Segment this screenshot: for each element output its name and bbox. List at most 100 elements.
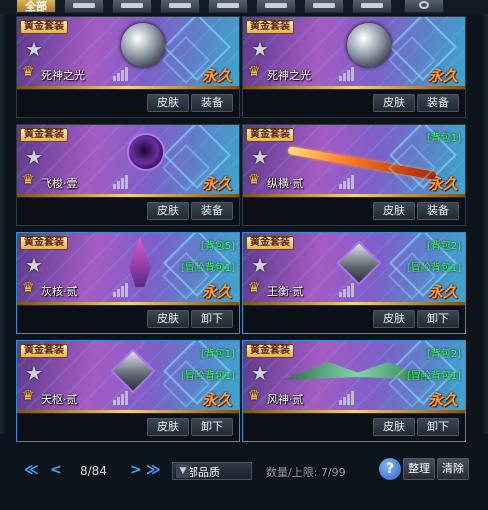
favorite-star-icon[interactable]: ★ [25,363,43,383]
bag-slot-label: [背包2] [426,349,461,360]
right-edge [482,14,488,434]
tab-camera[interactable] [208,0,248,13]
gear-icon [419,1,429,9]
item-actions: 皮肤 卸下 [243,413,465,441]
category-tabbar: 全部 [0,0,488,14]
item-card[interactable]: 黄金套装 ★ ♛ 灰核·贰 永久 [背包5] [冒险背包1] 皮肤 卸下 [16,232,240,334]
duration-label: 永久 [427,283,458,301]
skin-button[interactable]: 皮肤 [147,310,189,328]
item-actions: 皮肤 装备 [243,89,465,117]
tab-rifle[interactable] [64,0,104,13]
item-name: 纵横·贰 [267,177,304,190]
first-page-button[interactable]: ≪ [24,462,39,478]
favorite-star-icon[interactable]: ★ [251,39,269,59]
favorite-star-icon[interactable]: ★ [25,255,43,275]
favorite-star-icon[interactable]: ★ [251,147,269,167]
signal-bars-icon [339,391,355,405]
item-art: 黄金套装 ★ ♛ 灰核·贰 永久 [背包5] [冒险背包1] [17,233,239,305]
item-actions: 皮肤 装备 [243,197,465,225]
quality-select[interactable]: 全部品质 ▼ [172,462,252,480]
signal-bars-icon [339,67,355,81]
unequip-button[interactable]: 卸下 [191,418,233,436]
duration-label: 永久 [427,175,458,193]
last-page-button[interactable]: ≫ [146,462,161,478]
item-name: 死神之光 [267,69,311,82]
rank-emblem-icon: ♛ [21,388,35,404]
skin-button[interactable]: 皮肤 [373,310,415,328]
equip-button[interactable]: 装备 [191,94,233,112]
gold-set-badge: 黄金套装 [20,128,68,142]
item-card[interactable]: 黄金套装 ★ ♛ 死神之光 永久 皮肤 装备 [16,16,240,118]
sniper-icon [169,3,191,8]
item-image [127,133,165,171]
skin-button[interactable]: 皮肤 [373,418,415,436]
unequip-button[interactable]: 卸下 [417,310,459,328]
item-card[interactable]: 黄金套装 ★ ♛ 风神·贰 永久 [背包2] [冒险背包1] 皮肤 卸下 [242,340,466,442]
skin-button[interactable]: 皮肤 [147,418,189,436]
tab-sniper[interactable] [160,0,200,13]
tab-melee[interactable] [352,0,392,13]
equip-button[interactable]: 装备 [191,202,233,220]
item-image [287,146,437,180]
tab-pistol[interactable] [112,0,152,13]
item-art: 黄金套装 ★ ♛ 王衡·贰 永久 [背包2] [冒险背包1] [243,233,465,305]
gold-set-badge: 黄金套装 [246,20,294,34]
unequip-button[interactable]: 卸下 [191,310,233,328]
favorite-star-icon[interactable]: ★ [251,363,269,383]
clear-button[interactable]: 清除 [437,458,469,480]
item-name: 王衡·贰 [267,285,304,298]
help-button[interactable]: ? [379,458,401,480]
gold-set-badge: 黄金套装 [246,128,294,142]
skin-button[interactable]: 皮肤 [147,202,189,220]
skin-button[interactable]: 皮肤 [373,202,415,220]
signal-bars-icon [113,283,129,297]
signal-bars-icon [113,67,129,81]
gold-set-badge: 黄金套装 [20,344,68,358]
item-card[interactable]: 黄金套装 ★ ♛ 死神之光 永久 皮肤 装备 [242,16,466,118]
item-card[interactable]: 黄金套装 ★ ♛ 天枢·贰 永久 [背包1] [冒险背包1] 皮肤 卸下 [16,340,240,442]
prev-page-button[interactable]: < [50,462,62,478]
footer-bar: ≪ < 8/84 > ≫ 全部品质 ▼ 数量/上限: 7/99 ? 整理 清除 [0,446,488,510]
heavy-weapon-icon [313,3,335,8]
camera-icon [217,3,239,8]
bag-slot-label: [背包2] [426,241,461,252]
item-card[interactable]: 黄金套装 ★ ♛ 飞梭·壹 永久 皮肤 装备 [16,124,240,226]
skin-button[interactable]: 皮肤 [373,94,415,112]
pistol-icon [121,3,143,8]
duration-label: 永久 [201,67,232,85]
item-actions: 皮肤 装备 [17,197,239,225]
favorite-star-icon[interactable]: ★ [251,255,269,275]
signal-bars-icon [113,391,129,405]
left-edge [0,14,6,434]
rank-emblem-icon: ♛ [247,280,261,296]
duration-label: 永久 [427,391,458,409]
gold-set-badge: 黄金套装 [20,236,68,250]
unequip-button[interactable]: 卸下 [417,418,459,436]
rank-emblem-icon: ♛ [247,388,261,404]
item-image [110,348,156,394]
rifle-icon [73,3,95,8]
tab-weapon[interactable] [256,0,296,13]
item-card[interactable]: 黄金套装 ★ ♛ 纵横·贰 永久 [背包1] 皮肤 装备 [242,124,466,226]
next-page-button[interactable]: > [130,462,142,478]
item-art: 黄金套装 ★ ♛ 死神之光 永久 [17,17,239,89]
chevron-down-icon[interactable]: ▼ [176,464,190,478]
sort-button[interactable]: 整理 [403,458,435,480]
equip-button[interactable]: 装备 [417,94,459,112]
skin-button[interactable]: 皮肤 [147,94,189,112]
item-image [129,237,151,287]
tab-settings[interactable] [404,0,444,13]
duration-label: 永久 [201,391,232,409]
tab-all[interactable]: 全部 [16,0,56,13]
gold-set-badge: 黄金套装 [20,20,68,34]
tab-heavy[interactable] [304,0,344,13]
page-indicator: 8/84 [80,464,107,478]
weapon-icon [265,3,287,8]
rank-emblem-icon: ♛ [247,64,261,80]
item-art: 黄金套装 ★ ♛ 天枢·贰 永久 [背包1] [冒险背包1] [17,341,239,413]
rank-emblem-icon: ♛ [21,172,35,188]
favorite-star-icon[interactable]: ★ [25,147,43,167]
item-card[interactable]: 黄金套装 ★ ♛ 王衡·贰 永久 [背包2] [冒险背包1] 皮肤 卸下 [242,232,466,334]
favorite-star-icon[interactable]: ★ [25,39,43,59]
equip-button[interactable]: 装备 [417,202,459,220]
